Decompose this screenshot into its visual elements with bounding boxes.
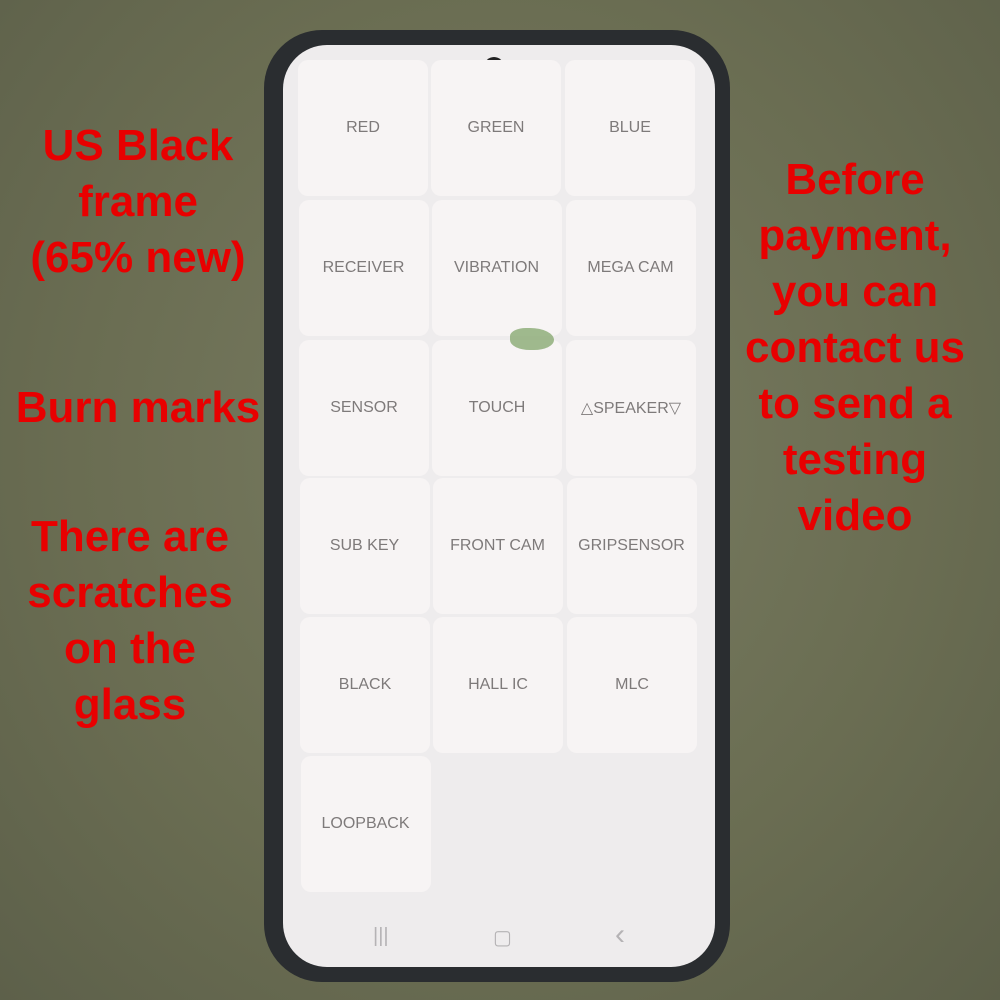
- note-line: to send a: [758, 379, 952, 428]
- frame-note: US Black frame (65% new): [18, 118, 258, 286]
- test-item-blue[interactable]: BLUE: [565, 60, 695, 196]
- test-item-touch[interactable]: TOUCH: [432, 340, 562, 476]
- scratches-note: There are scratches on the glass: [10, 509, 250, 733]
- test-item-loopback[interactable]: LOOPBACK: [300, 756, 431, 892]
- test-item-red[interactable]: RED: [298, 60, 428, 196]
- note-line: payment,: [758, 211, 952, 260]
- test-item-front-cam[interactable]: FRONT CAM: [432, 478, 563, 614]
- test-item-sensor[interactable]: SENSOR: [299, 340, 429, 476]
- back-button[interactable]: ‹: [615, 918, 625, 952]
- note-line: testing: [782, 435, 928, 484]
- note-line: US Black: [42, 121, 234, 170]
- test-item-mlc[interactable]: MLC: [567, 617, 697, 753]
- home-button[interactable]: ▢: [493, 925, 512, 950]
- test-item-black[interactable]: BLACK: [300, 617, 430, 753]
- test-item-gripsensor[interactable]: GRIPSENSOR: [566, 478, 697, 614]
- note-line: video: [797, 491, 913, 540]
- test-item-sub-key[interactable]: SUB KEY: [299, 478, 430, 614]
- note-line: (65% new): [30, 233, 246, 282]
- test-item-vibration[interactable]: VIBRATION: [431, 200, 562, 336]
- recents-button[interactable]: |||: [373, 925, 389, 948]
- burn-note: Burn marks: [15, 383, 261, 432]
- note-line: contact us: [744, 323, 966, 372]
- note-line: Before: [785, 155, 925, 204]
- note-line: glass: [73, 680, 187, 729]
- payment-note: Before payment, you can contact us to se…: [730, 152, 980, 544]
- note-line: you can: [771, 267, 939, 316]
- test-item-receiver[interactable]: RECEIVER: [298, 200, 429, 336]
- note-line: frame: [78, 177, 198, 226]
- note-line: scratches: [27, 568, 233, 617]
- test-item-green[interactable]: GREEN: [431, 60, 561, 196]
- test-item-speaker[interactable]: △SPEAKER▽: [566, 340, 696, 476]
- test-item-hall-ic[interactable]: HALL IC: [433, 617, 563, 753]
- note-line: on the: [64, 624, 196, 673]
- note-line: There are: [30, 512, 230, 561]
- burn-mark: [510, 328, 554, 350]
- test-item-mega-cam[interactable]: MEGA CAM: [565, 200, 696, 336]
